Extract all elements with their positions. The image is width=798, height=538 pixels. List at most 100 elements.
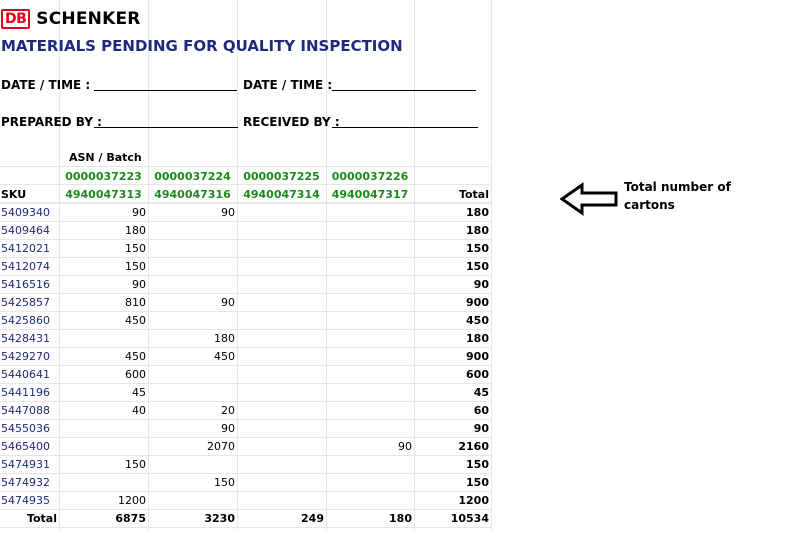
total-header: Total	[458, 188, 489, 201]
quantity-cell	[148, 312, 235, 330]
asn-number: 0000037225	[243, 170, 320, 183]
quantity-cell	[237, 276, 324, 294]
db-logo-mark: DB	[1, 9, 31, 29]
quantity-cell: 150	[214, 476, 235, 489]
quantity-cell	[148, 492, 235, 510]
batch-number: 4940047314	[243, 188, 320, 201]
row-total-cell: 900	[466, 350, 489, 363]
quantity-cell	[237, 204, 324, 222]
quantity-cell	[148, 240, 235, 258]
quantity-cell: 1200	[118, 494, 146, 507]
quantity-cell	[326, 402, 412, 420]
sku-cell: 5409464	[1, 224, 50, 237]
quantity-cell	[237, 456, 324, 474]
quantity-cell	[237, 384, 324, 402]
sku-cell: 5429270	[1, 350, 50, 363]
row-total-cell: 180	[466, 206, 489, 219]
quantity-cell	[237, 294, 324, 312]
company-logo: DB SCHENKER	[1, 8, 141, 30]
row-total-cell: 450	[466, 314, 489, 327]
quantity-cell	[326, 420, 412, 438]
grand-total-cell: 10534	[450, 512, 489, 525]
annotation-note: Total number of cartons	[624, 178, 731, 214]
quantity-cell	[326, 456, 412, 474]
date-time-line-1	[94, 90, 237, 91]
footer-total-label: Total	[26, 512, 57, 525]
company-name: SCHENKER	[36, 9, 141, 29]
row-total-cell: 150	[466, 476, 489, 489]
row-total-cell: 180	[466, 224, 489, 237]
asn-number: 0000037224	[154, 170, 231, 183]
quantity-cell	[237, 492, 324, 510]
quantity-cell: 90	[132, 206, 146, 219]
page-title: MATERIALS PENDING FOR QUALITY INSPECTION	[1, 37, 403, 55]
quantity-cell	[237, 348, 324, 366]
quantity-cell: 180	[125, 224, 146, 237]
quantity-cell	[326, 366, 412, 384]
quantity-cell	[237, 222, 324, 240]
row-total-cell: 150	[466, 260, 489, 273]
sku-cell: 5474935	[1, 494, 50, 507]
sku-cell: 5440641	[1, 368, 50, 381]
sku-cell: 5412021	[1, 242, 50, 255]
quantity-cell	[148, 384, 235, 402]
quantity-cell: 45	[132, 386, 146, 399]
quantity-cell: 810	[125, 296, 146, 309]
sku-header: SKU	[1, 188, 27, 201]
sku-cell: 5474932	[1, 476, 50, 489]
batch-number: 4940047316	[154, 188, 231, 201]
quantity-cell	[326, 294, 412, 312]
asn-number: 0000037226	[331, 170, 409, 183]
quantity-cell: 180	[214, 332, 235, 345]
row-total-cell: 60	[473, 404, 489, 417]
annotation-line-2: cartons	[624, 198, 675, 212]
row-total-cell: 90	[473, 422, 489, 435]
prepared-by-line	[94, 127, 238, 128]
quantity-cell	[148, 222, 235, 240]
sku-cell: 5416516	[1, 278, 50, 291]
quantity-cell	[326, 240, 412, 258]
quantity-cell	[237, 420, 324, 438]
quantity-cell: 90	[398, 440, 412, 453]
batch-number: 4940047313	[65, 188, 142, 201]
quantity-cell	[326, 492, 412, 510]
date-time-label-2: DATE / TIME :	[243, 78, 333, 92]
quantity-cell	[59, 420, 146, 438]
quantity-cell: 450	[214, 350, 235, 363]
column-total-cell: 6875	[115, 512, 146, 525]
quantity-cell: 150	[125, 458, 146, 471]
quantity-cell	[326, 258, 412, 276]
date-time-line-2	[332, 90, 476, 91]
row-total-cell: 90	[473, 278, 489, 291]
row-total-cell: 900	[466, 296, 489, 309]
quantity-cell	[59, 474, 146, 492]
batch-number: 4940047317	[331, 188, 409, 201]
quantity-cell	[59, 438, 146, 456]
spreadsheet: DB SCHENKER MATERIALS PENDING FOR QUALIT…	[0, 0, 492, 538]
sku-cell: 5412074	[1, 260, 50, 273]
row-total-cell: 180	[466, 332, 489, 345]
quantity-cell: 150	[125, 242, 146, 255]
quantity-cell	[237, 402, 324, 420]
quantity-cell: 90	[221, 296, 235, 309]
quantity-cell	[326, 348, 412, 366]
row-total-cell: 1200	[458, 494, 489, 507]
date-time-row: DATE / TIME : DATE / TIME :	[0, 78, 492, 98]
signature-row: PREPARED BY : RECEIVED BY :	[0, 115, 492, 135]
row-total-cell: 45	[473, 386, 489, 399]
quantity-cell: 450	[125, 350, 146, 363]
quantity-cell	[237, 438, 324, 456]
column-total-cell: 249	[301, 512, 324, 525]
quantity-cell	[326, 384, 412, 402]
quantity-cell: 90	[221, 206, 235, 219]
quantity-cell: 90	[132, 278, 146, 291]
quantity-cell	[326, 330, 412, 348]
received-by-line	[332, 127, 478, 128]
column-total-cell: 180	[389, 512, 412, 525]
quantity-cell	[148, 456, 235, 474]
quantity-cell	[326, 222, 412, 240]
quantity-cell	[148, 276, 235, 294]
sku-cell: 5447088	[1, 404, 50, 417]
column-total-cell: 3230	[204, 512, 235, 525]
quantity-cell	[326, 312, 412, 330]
